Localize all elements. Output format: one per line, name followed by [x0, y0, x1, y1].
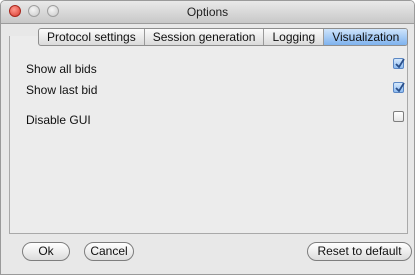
- show-last-bid-checkbox[interactable]: [393, 82, 405, 93]
- show-all-bids-checkbox[interactable]: [393, 58, 405, 69]
- checkmark-icon: [395, 58, 405, 69]
- disable-gui-label: Disable GUI: [26, 113, 91, 127]
- tab-logging[interactable]: Logging: [264, 29, 325, 45]
- title-bar[interactable]: Options: [1, 1, 414, 24]
- show-last-bid-label: Show last bid: [26, 83, 98, 97]
- tab-bar: Protocol settings Session generation Log…: [38, 28, 409, 46]
- options-window: Options Protocol settings Session genera…: [0, 0, 415, 275]
- checkmark-icon: [395, 82, 405, 93]
- reset-to-default-button[interactable]: Reset to default: [307, 242, 412, 261]
- cancel-button[interactable]: Cancel: [84, 242, 134, 261]
- ok-button[interactable]: Ok: [22, 242, 70, 261]
- disable-gui-checkbox[interactable]: [393, 111, 404, 122]
- tab-visualization[interactable]: Visualization: [324, 29, 408, 45]
- show-all-bids-label: Show all bids: [26, 62, 97, 76]
- tab-session-generation[interactable]: Session generation: [145, 29, 265, 45]
- tab-protocol-settings[interactable]: Protocol settings: [39, 29, 145, 45]
- window-title: Options: [186, 5, 229, 19]
